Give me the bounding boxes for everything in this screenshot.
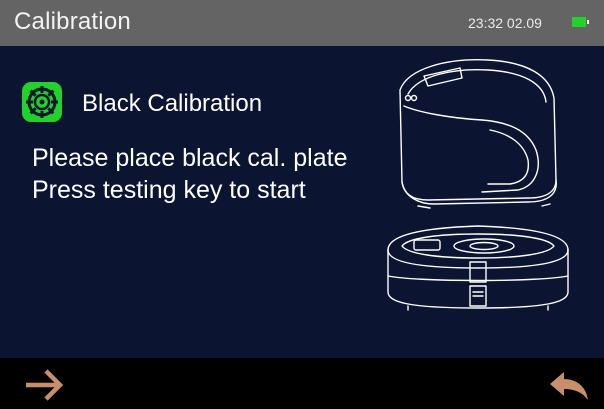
- clock-date: 23:32 02.09: [468, 15, 542, 31]
- instruction-line-2: Press testing key to start: [32, 176, 306, 204]
- arrow-right-icon[interactable]: [20, 366, 68, 404]
- bottom-toolbar: [0, 358, 604, 409]
- instruction-line-1: Please place black cal. plate: [32, 144, 348, 172]
- page-title: Calibration: [14, 8, 131, 35]
- return-arrow-icon[interactable]: [546, 366, 590, 404]
- battery-full-icon: [572, 17, 590, 27]
- title-bar: Calibration 23:32 02.09: [0, 0, 604, 46]
- calibration-panel: Black Calibration Please place black cal…: [0, 46, 604, 358]
- calibration-target-icon: [22, 82, 62, 122]
- colorimeter-device-illustration: [387, 59, 569, 311]
- calibration-heading: Black Calibration: [82, 90, 263, 117]
- calibration-screen: Calibration 23:32 02.09 Black Calibratio…: [0, 0, 604, 409]
